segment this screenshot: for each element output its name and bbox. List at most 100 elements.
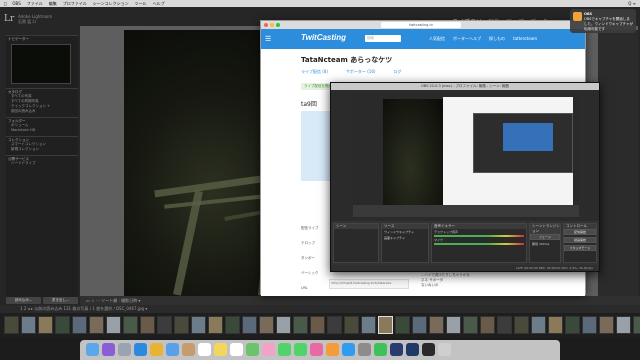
filmstrip-thumbnail[interactable] (565, 316, 580, 334)
line-icon[interactable] (374, 343, 387, 356)
menu-item-scene-collection[interactable]: シーンコレクション (93, 0, 129, 7)
filmstrip-thumbnail[interactable] (72, 316, 87, 334)
menu-item-edit[interactable]: 編集 (49, 0, 57, 7)
address-bar[interactable]: twitcasting.tv (381, 22, 461, 28)
filmstrip-thumbnail[interactable] (157, 316, 172, 334)
filmstrip-thumbnail[interactable] (412, 316, 427, 334)
filmstrip-thumbnail[interactable] (446, 316, 461, 334)
filmstrip-thumbnail[interactable] (616, 316, 631, 334)
duration-value[interactable]: 300ms (539, 242, 549, 246)
chrome-icon[interactable] (150, 343, 163, 356)
filmstrip-thumbnail[interactable] (361, 316, 376, 334)
menu-item-profile[interactable]: プロファイル (63, 0, 87, 7)
nav-user[interactable]: tatteroteam (513, 36, 537, 42)
itunes-icon[interactable] (310, 343, 323, 356)
filmstrip-thumbnail[interactable] (327, 316, 342, 334)
tab-live[interactable]: ライブ配信 (8) (301, 69, 328, 75)
books-icon[interactable] (326, 343, 339, 356)
contacts-icon[interactable] (182, 343, 195, 356)
filmstrip-thumbnail[interactable] (38, 316, 53, 334)
library-toolbar[interactable]: ▭ ☆ ⋯ ソート順 : 撮影日時 ▾ (80, 296, 640, 305)
browser-titlebar[interactable]: twitcasting.tv (261, 21, 585, 29)
studio-mode-button[interactable]: スタジオモード (564, 245, 596, 251)
launchpad-icon[interactable] (118, 343, 131, 356)
filmstrip-thumbnail[interactable] (293, 316, 308, 334)
filmstrip-thumbnail[interactable] (633, 316, 640, 334)
messages-icon[interactable] (278, 343, 291, 356)
safari-icon[interactable] (134, 343, 147, 356)
filmstrip-thumbnail[interactable] (548, 316, 563, 334)
tab-log[interactable]: ログ (393, 69, 401, 75)
calendar-icon[interactable] (198, 343, 211, 356)
filmstrip-thumbnail[interactable] (344, 316, 359, 334)
close-window-icon[interactable] (264, 23, 268, 27)
filmstrip-thumbnail[interactable] (191, 316, 206, 334)
filmstrip-thumbnail[interactable] (140, 316, 155, 334)
nav-supporter-help[interactable]: ポーターヘルプ (453, 36, 481, 42)
transition-select[interactable]: フェード (530, 234, 560, 240)
filmstrip-thumbnail[interactable] (276, 316, 291, 334)
filmstrip-thumbnail[interactable] (310, 316, 325, 334)
filmstrip-thumbnail[interactable] (378, 316, 393, 334)
filmstrip-thumbnail[interactable] (259, 316, 274, 334)
photos-icon[interactable] (262, 343, 275, 356)
menu-item-tools[interactable]: ツール (135, 0, 147, 7)
menu-item-file[interactable]: ファイル (27, 0, 43, 7)
facetime-icon[interactable] (294, 343, 307, 356)
filmstrip-thumbnail[interactable] (514, 316, 529, 334)
filmstrip-thumbnail[interactable] (497, 316, 512, 334)
filmstrip-thumbnail[interactable] (208, 316, 223, 334)
filmstrip-thumbnail[interactable] (463, 316, 478, 334)
filmstrip-thumbnail[interactable] (106, 316, 121, 334)
import-button[interactable]: 読み込み... (6, 297, 41, 304)
filmstrip-thumbnail[interactable] (174, 316, 189, 334)
filmstrip-thumbnail[interactable] (395, 316, 410, 334)
publish-item[interactable]: ハードドライブ (6, 161, 78, 166)
volume-meter[interactable] (434, 243, 524, 245)
start-recording-button[interactable]: 録画開始 (564, 237, 596, 243)
trash-icon[interactable] (438, 343, 451, 356)
photoshop-icon[interactable] (406, 343, 419, 356)
minimize-window-icon[interactable] (270, 23, 274, 27)
start-streaming-button[interactable]: 配信開始 (564, 229, 596, 235)
folder-item[interactable]: Macintosh HD (6, 128, 78, 133)
finder-icon[interactable] (86, 343, 99, 356)
filmstrip-header[interactable]: 1 2 ◂ ▸ 以前の読み込み 131 枚の写真 / 1 枚を選択 / DSC_… (0, 305, 640, 313)
notes-icon[interactable] (214, 343, 227, 356)
reminders-icon[interactable] (230, 343, 243, 356)
notification-banner[interactable]: OBS OBSでキャプチャを開始しました。ウィンドウキャプチャが利用可能です (570, 9, 636, 33)
filmstrip-thumbnail[interactable] (599, 316, 614, 334)
obs-titlebar[interactable]: OBS 22.0.3 (mac) - プロファイル: 無題 - シーン: 無題 (331, 83, 599, 90)
nav-popular[interactable]: 人気配信 (429, 36, 445, 42)
filmstrip-thumbnail[interactable] (242, 316, 257, 334)
obs-icon[interactable] (422, 343, 435, 356)
filmstrip-thumbnail[interactable] (123, 316, 138, 334)
siri-icon[interactable] (102, 343, 115, 356)
search-input[interactable]: 検索 (365, 35, 401, 42)
lightroom-icon[interactable] (390, 343, 403, 356)
hamburger-icon[interactable]: ☰ (265, 35, 271, 43)
navigator-thumbnail[interactable] (11, 44, 71, 84)
menu-item-app[interactable]: OBS (12, 0, 20, 7)
catalog-item[interactable]: 前回の読み込み (6, 109, 78, 114)
appstore-icon[interactable] (342, 343, 355, 356)
filmstrip-thumbnail[interactable] (89, 316, 104, 334)
filmstrip-thumbnail[interactable] (429, 316, 444, 334)
tab-supporters[interactable]: サポーター (16) (346, 69, 375, 75)
menu-item-help[interactable]: ヘルプ (153, 0, 165, 7)
collection-item[interactable]: 新規コレクション (6, 147, 78, 152)
export-button[interactable]: 書き出し... (43, 297, 78, 304)
site-logo[interactable]: TwitCasting (301, 33, 346, 42)
apple-icon[interactable]:  (4, 0, 6, 7)
filmstrip-thumbnail[interactable] (4, 316, 19, 334)
preferences-icon[interactable] (358, 343, 371, 356)
filmstrip[interactable] (0, 313, 640, 338)
filmstrip-thumbnail[interactable] (582, 316, 597, 334)
mail-icon[interactable] (166, 343, 179, 356)
source-item[interactable]: 画面キャプチャ (382, 235, 428, 241)
nav-search[interactable]: 探しもの (489, 36, 505, 42)
filmstrip-thumbnail[interactable] (21, 316, 36, 334)
rtmp-url-field[interactable]: rtmp://rtmp03.twitcasting.tv/tc/tatanote (329, 279, 409, 289)
filmstrip-thumbnail[interactable] (480, 316, 495, 334)
filmstrip-thumbnail[interactable] (225, 316, 240, 334)
